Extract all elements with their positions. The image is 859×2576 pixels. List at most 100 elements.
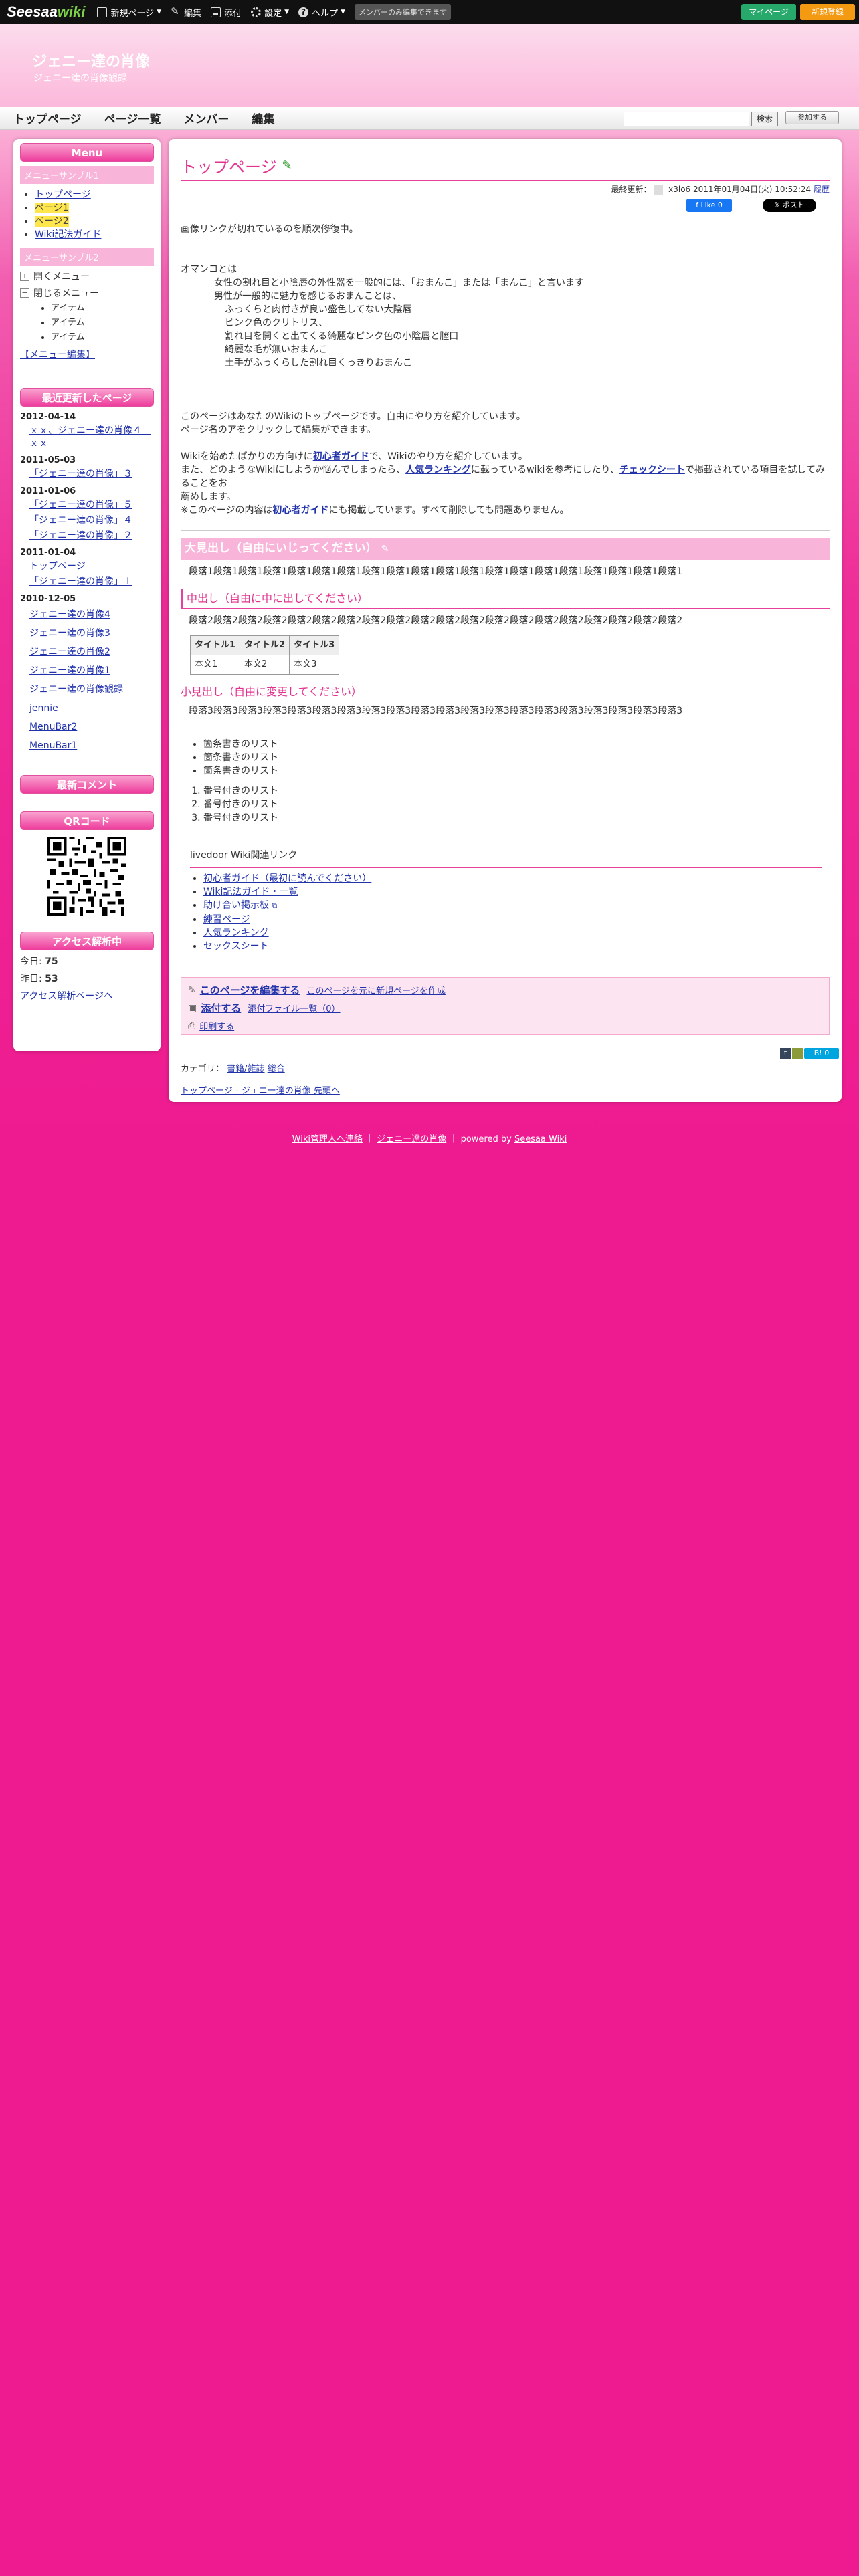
related-link[interactable]: 練習ページ: [203, 914, 250, 925]
attach-link[interactable]: 添付する: [201, 1001, 241, 1015]
list-item[interactable]: 初心者ガイド（最初に読んでください）: [203, 872, 830, 885]
recent-link[interactable]: ジェニー達の肖像3: [29, 627, 154, 640]
new-page-label: 新規ページ: [110, 8, 155, 19]
recent-link[interactable]: MenuBar1: [29, 740, 154, 752]
related-link[interactable]: Wiki記法ガイド・一覧: [203, 887, 298, 897]
history-link[interactable]: 履歴: [814, 185, 830, 194]
gear-icon: [251, 7, 262, 17]
updated-time: 2011年01月04日(火) 10:52:24: [693, 185, 812, 194]
qr-code-heading: QRコード: [20, 811, 154, 830]
sidebar-link-wiki-guide[interactable]: Wiki記法ガイド: [35, 229, 101, 240]
print-link[interactable]: 印刷する: [199, 1019, 234, 1032]
attach-menu[interactable]: 添付: [211, 6, 242, 19]
sidebar-link-top-page[interactable]: トップページ: [35, 189, 91, 200]
related-link[interactable]: 助け合い掲示板: [203, 900, 269, 911]
powered-by-label: powered by: [460, 1134, 512, 1144]
register-button[interactable]: 新規登録: [800, 4, 855, 20]
share-buttons: t B! 0: [181, 1047, 839, 1061]
recent-link[interactable]: 「ジェニー達の肖像」３: [29, 468, 154, 481]
edit-menu[interactable]: 編集: [171, 5, 201, 19]
recent-link[interactable]: ｘｘ、ジェニー達の肖像４ ｘｘ: [29, 425, 154, 450]
recent-link[interactable]: 「ジェニー達の肖像」４: [29, 514, 154, 527]
related-link[interactable]: 初心者ガイド（最初に読んでください）: [203, 873, 371, 884]
beginner-guide-link[interactable]: 初心者ガイド: [272, 505, 328, 516]
hatena-bookmark-button[interactable]: B! 0: [804, 1048, 839, 1059]
check-sheet-link[interactable]: チェックシート: [619, 465, 685, 475]
related-link[interactable]: 人気ランキング: [203, 928, 269, 938]
attach-list-link[interactable]: 添付ファイル一覧（0）: [248, 1002, 340, 1014]
divider: [181, 530, 830, 531]
table-header: タイトル1: [189, 635, 241, 655]
close-menu-toggle[interactable]: − 閉じるメニュー: [20, 286, 154, 300]
recent-pages-list: 2012-04-14 ｘｘ、ジェニー達の肖像４ ｘｘ 2011-05-03 「ジ…: [20, 412, 154, 752]
category-link[interactable]: 書籍/雑誌: [227, 1064, 264, 1074]
facebook-like-button[interactable]: f Like 0: [686, 199, 732, 212]
table-cell: 本文3: [289, 655, 340, 675]
recent-link[interactable]: MenuBar2: [29, 721, 154, 734]
updated-user[interactable]: x3lo6: [668, 185, 690, 194]
nav-page-list[interactable]: ページ一覧: [104, 110, 161, 126]
recent-link[interactable]: トップページ: [29, 560, 154, 573]
access-analysis-link[interactable]: アクセス解析ページへ: [20, 991, 113, 1002]
search-input[interactable]: [624, 112, 749, 126]
site-title[interactable]: ジェニー達の肖像: [32, 49, 150, 71]
beginner-guide-link[interactable]: 初心者ガイド: [313, 451, 369, 462]
list-item[interactable]: Wiki記法ガイド: [35, 228, 154, 241]
new-page-menu[interactable]: 新規ページ ▼: [97, 6, 161, 19]
facebook-like-label: Like 0: [700, 201, 723, 209]
seesaa-wiki-link[interactable]: Seesaa Wiki: [514, 1134, 567, 1144]
mypage-button[interactable]: マイページ: [741, 4, 796, 20]
recent-link[interactable]: jennie: [29, 702, 154, 715]
search-button[interactable]: 検索: [751, 112, 778, 126]
recent-link[interactable]: 「ジェニー達の肖像」５: [29, 499, 154, 512]
recent-link[interactable]: 「ジェニー達の肖像」２: [29, 530, 154, 542]
list-item[interactable]: ページ1: [35, 201, 154, 215]
recent-date: 2010-12-05: [20, 594, 76, 604]
edit-page-link[interactable]: このページを編集する: [200, 983, 300, 997]
ranking-link[interactable]: 人気ランキング: [405, 465, 471, 475]
list-item[interactable]: 練習ページ: [203, 913, 830, 926]
recent-link[interactable]: 「ジェニー達の肖像」１: [29, 576, 154, 588]
list-item[interactable]: ページ2: [35, 215, 154, 228]
categories: カテゴリ： 書籍/雑誌 総合: [181, 1061, 830, 1074]
related-link[interactable]: セックスシート: [203, 941, 269, 952]
category-link[interactable]: 総合: [268, 1064, 285, 1074]
list-item[interactable]: セックスシート: [203, 940, 830, 953]
nav-members[interactable]: メンバー: [183, 110, 229, 126]
list-item[interactable]: 助け合い掲示板 ⧉: [203, 899, 830, 913]
nav-top-page[interactable]: トップページ: [13, 110, 82, 126]
seesaa-wiki-logo[interactable]: Seesaa wiki: [7, 3, 85, 21]
edit-pencil-icon[interactable]: ✎: [282, 158, 292, 173]
open-menu-toggle[interactable]: + 開くメニュー: [20, 270, 154, 283]
list-item[interactable]: 人気ランキング: [203, 926, 830, 940]
nav-edit[interactable]: 編集: [252, 110, 274, 126]
logo-text-seesaa: Seesaa: [7, 3, 58, 20]
recent-link[interactable]: ジェニー達の肖像4: [29, 609, 154, 621]
top-bar: Seesaawiki 新規ページ▼ 編集 添付 設定▼ ? ヘルプ▼ メンバーの…: [0, 0, 859, 24]
text-span: に載っているwikiを参考にしたり、: [470, 465, 619, 475]
text-span: また、どのようなWikiにしようか悩んでしまったら、: [181, 465, 406, 475]
footer-site-link[interactable]: ジェニー達の肖像: [377, 1134, 446, 1144]
join-button[interactable]: 参加する: [785, 111, 839, 124]
breadcrumb[interactable]: トップページ - ジェニー達の肖像 先頭へ: [181, 1086, 340, 1096]
recent-link[interactable]: ジェニー達の肖像観録: [29, 683, 154, 696]
facebook-icon: f: [696, 201, 698, 209]
edit-pencil-icon[interactable]: ✎: [381, 544, 389, 554]
help-menu[interactable]: ? ヘルプ ▼: [298, 6, 345, 19]
caret-down-icon: ▼: [341, 9, 346, 15]
menu-edit-link[interactable]: 【メニュー編集】: [20, 350, 95, 360]
text-line: 綺麗な毛が無いおまんこ: [225, 344, 328, 355]
tumblr-icon[interactable]: t: [780, 1048, 791, 1059]
new-from-page-link[interactable]: このページを元に新規ページを作成: [306, 984, 445, 996]
list-item[interactable]: Wiki記法ガイド・一覧: [203, 885, 830, 899]
contact-admin-link[interactable]: Wiki管理人へ連絡: [292, 1134, 363, 1144]
sidebar-link-page2[interactable]: ページ2: [35, 216, 69, 227]
settings-menu[interactable]: 設定 ▼: [251, 6, 289, 19]
members-only-note: メンバーのみ編集できます: [355, 4, 452, 20]
share-icon[interactable]: [792, 1048, 803, 1059]
recent-link[interactable]: ジェニー達の肖像2: [29, 646, 154, 659]
recent-link[interactable]: ジェニー達の肖像1: [29, 665, 154, 677]
x-post-button[interactable]: 𝕏 ポスト: [763, 199, 816, 212]
sidebar-link-page1[interactable]: ページ1: [35, 203, 69, 213]
list-item[interactable]: トップページ: [35, 188, 154, 201]
